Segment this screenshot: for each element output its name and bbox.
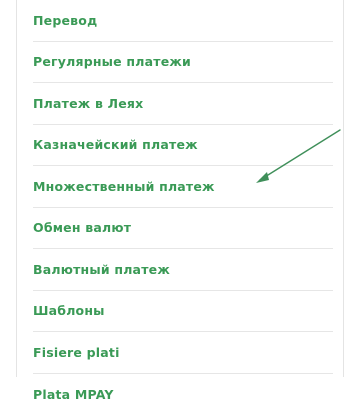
payments-menu-panel: Перевод Регулярные платежи Платеж в Леях…	[16, 0, 344, 377]
menu-item-lei-payment[interactable]: Платеж в Леях	[33, 83, 333, 125]
menu-item-recurring-payments[interactable]: Регулярные платежи	[33, 42, 333, 84]
payments-menu: Перевод Регулярные платежи Платеж в Леях…	[17, 0, 343, 415]
arrow-pointer-icon	[250, 128, 342, 188]
menu-item-label: Plata MPAY	[33, 387, 114, 402]
menu-item-label: Перевод	[33, 13, 97, 28]
menu-item-transfer[interactable]: Перевод	[33, 0, 333, 42]
menu-item-label: Шаблоны	[33, 303, 105, 318]
menu-item-label: Регулярные платежи	[33, 54, 191, 69]
menu-item-currency-exchange[interactable]: Обмен валют	[33, 208, 333, 250]
menu-item-templates[interactable]: Шаблоны	[33, 291, 333, 333]
menu-item-label: Казначейский платеж	[33, 137, 198, 152]
menu-item-mpay-payment[interactable]: Plata MPAY	[33, 374, 333, 415]
menu-item-label: Валютный платеж	[33, 262, 170, 277]
menu-item-payment-files[interactable]: Fisiere plati	[33, 332, 333, 374]
menu-item-label: Fisiere plati	[33, 345, 120, 360]
menu-item-label: Обмен валют	[33, 220, 131, 235]
menu-item-currency-payment[interactable]: Валютный платеж	[33, 249, 333, 291]
menu-item-label: Множественный платеж	[33, 179, 215, 194]
menu-item-label: Платеж в Леях	[33, 96, 143, 111]
